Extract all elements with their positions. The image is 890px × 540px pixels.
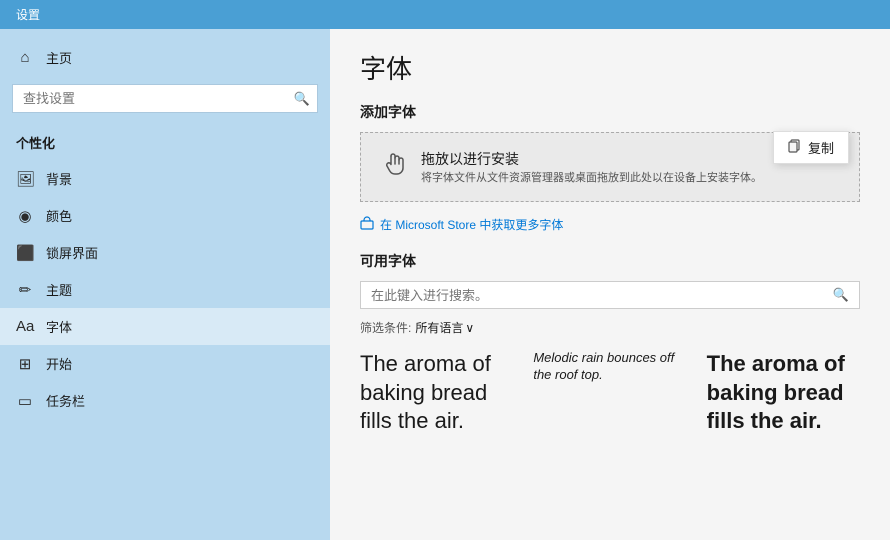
sidebar-search-container: 🔍 — [12, 84, 318, 113]
sidebar-item-home[interactable]: ⌂ 主页 — [0, 39, 330, 76]
sidebar-item-background[interactable]: 🖼 背景 — [0, 160, 330, 197]
main-layout: ⌂ 主页 🔍 个性化 🖼 背景 ◉ 颜色 ⬛ 锁屏界面 ✏ 主题 Aa 字 — [0, 29, 890, 540]
font-preview-3-text: The aroma of baking bread fills the air. — [707, 350, 860, 436]
font-search-row: 🔍 — [360, 281, 860, 309]
context-tooltip: 复制 — [773, 131, 849, 164]
sidebar-taskbar-label: 任务栏 — [46, 391, 85, 410]
sidebar-theme-label: 主题 — [46, 280, 72, 299]
drop-zone-sub-text: 将字体文件从文件资源管理器或桌面拖放到此处以在设备上安装字体。 — [421, 169, 839, 185]
font-icon: Aa — [16, 318, 34, 335]
filter-value: 所有语言 — [415, 319, 463, 336]
drag-icon — [381, 150, 409, 184]
filter-link[interactable]: 所有语言 ∨ — [415, 319, 474, 336]
sidebar-item-font[interactable]: Aa 字体 — [0, 308, 330, 345]
filter-label: 筛选条件: — [360, 319, 411, 336]
sidebar-home-label: 主页 — [46, 48, 72, 67]
sidebar-section-label: 个性化 — [0, 125, 330, 160]
page-title: 字体 — [360, 49, 860, 86]
sidebar-item-taskbar[interactable]: ▭ 任务栏 — [0, 382, 330, 419]
home-icon: ⌂ — [16, 49, 34, 66]
drop-zone[interactable]: 拖放以进行安装 将字体文件从文件资源管理器或桌面拖放到此处以在设备上安装字体。 … — [360, 132, 860, 202]
theme-icon: ✏ — [16, 281, 34, 299]
sidebar-item-start[interactable]: ⊞ 开始 — [0, 345, 330, 382]
store-icon — [360, 216, 374, 233]
font-preview-2: Melodic rain bounces off the roof top. — [533, 350, 686, 436]
copy-icon — [788, 139, 802, 156]
sidebar-font-label: 字体 — [46, 317, 72, 336]
chevron-down-icon: ∨ — [465, 321, 474, 335]
add-font-section-title: 添加字体 — [360, 102, 860, 122]
font-preview-1-text: The aroma of baking bread fills the air. — [360, 350, 513, 436]
color-icon: ◉ — [16, 207, 34, 225]
store-link-label: 在 Microsoft Store 中获取更多字体 — [380, 216, 563, 233]
main-content: 字体 添加字体 拖放以进行安装 将字体文件从文件资源管理器或桌面拖放到此处以在设… — [330, 29, 890, 540]
available-fonts-title: 可用字体 — [360, 251, 860, 271]
font-preview-1: The aroma of baking bread fills the air. — [360, 350, 513, 436]
font-search-input[interactable] — [371, 288, 825, 303]
font-preview-grid: The aroma of baking bread fills the air.… — [360, 350, 860, 436]
store-link[interactable]: 在 Microsoft Store 中获取更多字体 — [360, 216, 860, 233]
filter-row: 筛选条件: 所有语言 ∨ — [360, 319, 860, 336]
sidebar-start-label: 开始 — [46, 354, 72, 373]
sidebar-background-label: 背景 — [46, 169, 72, 188]
sidebar-item-color[interactable]: ◉ 颜色 — [0, 197, 330, 234]
sidebar-color-label: 颜色 — [46, 206, 72, 225]
lockscreen-icon: ⬛ — [16, 244, 34, 262]
font-search-icon: 🔍 — [833, 287, 849, 303]
topbar-label: 设置 — [16, 8, 40, 22]
top-bar: 设置 — [0, 0, 890, 29]
sidebar-search-input[interactable] — [12, 84, 318, 113]
sidebar-item-theme[interactable]: ✏ 主题 — [0, 271, 330, 308]
sidebar-item-lockscreen[interactable]: ⬛ 锁屏界面 — [0, 234, 330, 271]
sidebar: ⌂ 主页 🔍 个性化 🖼 背景 ◉ 颜色 ⬛ 锁屏界面 ✏ 主题 Aa 字 — [0, 29, 330, 540]
sidebar-lockscreen-label: 锁屏界面 — [46, 243, 98, 262]
sidebar-search-icon: 🔍 — [294, 91, 310, 107]
taskbar-icon: ▭ — [16, 392, 34, 410]
background-icon: 🖼 — [16, 170, 34, 188]
context-copy-label: 复制 — [808, 138, 834, 157]
font-preview-2-text: Melodic rain bounces off the roof top. — [533, 350, 686, 384]
start-icon: ⊞ — [16, 355, 34, 373]
font-preview-3: The aroma of baking bread fills the air. — [707, 350, 860, 436]
